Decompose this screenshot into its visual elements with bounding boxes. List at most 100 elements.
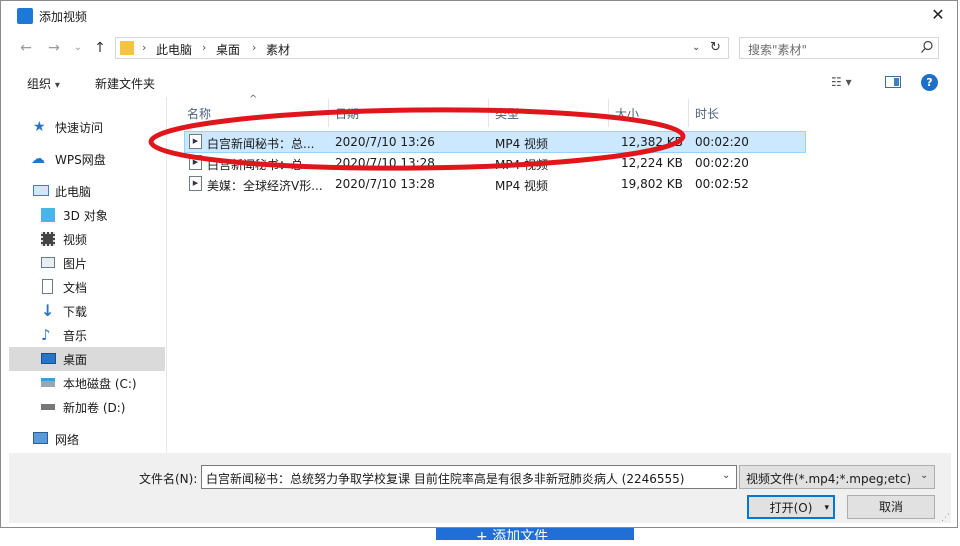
breadcrumb-desktop[interactable]: 桌面 [216,41,240,58]
address-bar[interactable]: › 此电脑 › 桌面 › 素材 ⌄ ↻ [115,37,729,59]
nav-label: 桌面 [63,353,88,367]
column-header-name[interactable]: 名称 [187,105,211,122]
nav-item-drive-d[interactable]: 新加卷 (D:) [9,395,165,419]
nav-item-music[interactable]: ♪ 音乐 [9,323,165,347]
music-icon: ♪ [41,326,51,344]
file-size: 12,382 KB [621,135,683,149]
cancel-button[interactable]: 取消 [847,495,935,519]
desktop-icon [41,353,56,364]
file-type: MP4 视频 [495,137,549,151]
video-file-icon: ▶ [189,155,202,170]
picture-folder-icon [41,257,55,268]
cube-icon [41,208,55,222]
file-name: 美媒：全球经济V形... [207,179,323,193]
filename-field[interactable]: 白宫新闻秘书：总统努力争取学校复课 目前住院率高是有很多非新冠肺炎病人 (224… [201,465,737,489]
drive-icon [41,378,55,387]
view-options-icon[interactable]: ☷ ▾ [831,75,852,89]
search-icon[interactable] [920,40,934,54]
file-size: 19,802 KB [621,177,683,191]
nav-item-documents[interactable]: 文档 [9,275,165,299]
nav-item-videos[interactable]: 视频 [9,227,165,251]
organize-button[interactable]: 组织 ▾ [27,75,60,92]
refresh-icon[interactable]: ↻ [710,40,721,55]
file-type: MP4 视频 [495,179,549,193]
app-icon [17,8,33,24]
nav-label: 快速访问 [55,121,104,135]
nav-item-desktop[interactable]: 桌面 [9,347,165,371]
column-header-size[interactable]: 大小 [615,105,639,122]
back-icon[interactable]: ← [17,39,35,57]
file-duration: 00:02:20 [695,135,749,149]
file-name: 白宫新闻秘书：总... [207,158,315,172]
file-date: 2020/7/10 13:28 [335,177,435,191]
nav-label: 网络 [55,433,80,447]
nav-label: 文档 [63,281,88,295]
nav-item-this-pc[interactable]: 此电脑 [9,179,165,203]
open-label: 打开(O) [769,501,813,515]
forward-icon[interactable]: → [45,39,63,57]
download-icon: ↓ [41,301,55,320]
file-duration: 00:02:20 [695,156,749,170]
file-row[interactable]: ▶ 白宫新闻秘书：总... 2020/7/10 13:26 MP4 视频 12,… [184,131,806,153]
file-row[interactable]: ▶ 美媒：全球经济V形... 2020/7/10 13:28 MP4 视频 19… [185,174,805,194]
column-header-duration[interactable]: 时长 [695,105,719,122]
nav-item-network[interactable]: 网络 [9,427,165,451]
help-icon[interactable]: ? [921,74,938,91]
column-divider[interactable] [608,99,609,127]
resize-grip-icon[interactable]: ⋰ [941,513,950,523]
window-title: 添加视频 [39,10,88,24]
chevron-right-icon: › [202,41,207,54]
filename-input[interactable]: 白宫新闻秘书：总统努力争取学校复课 目前住院率高是有很多非新冠肺炎病人 (224… [206,470,716,487]
file-row[interactable]: ▶ 白宫新闻秘书：总... 2020/7/10 13:28 MP4 视频 12,… [185,153,805,173]
close-icon[interactable]: ✕ [929,6,947,24]
column-divider[interactable] [328,99,329,127]
breadcrumb-folder[interactable]: 素材 [266,41,290,58]
chevron-down-icon[interactable]: ⌄ [722,470,730,481]
file-dialog: 添加视频 ✕ ← → ⌄ ↑ › 此电脑 › 桌面 › 素材 ⌄ ↻ 搜索"素材… [0,0,958,528]
nav-label: WPS网盘 [55,153,106,167]
nav-label: 音乐 [63,329,88,343]
nav-label: 此电脑 [55,185,92,199]
filetype-select[interactable]: 视频文件(*.mp4;*.mpeg;etc) ⌄ [739,465,935,489]
navigation-pane: ★ 快速访问 ☁ WPS网盘 此电脑 3D 对象 视频 图片 文档 ↓ 下载 ♪… [9,97,165,453]
search-input[interactable]: 搜索"素材" [748,41,807,58]
network-icon [33,432,48,444]
document-folder-icon [42,279,53,294]
filename-label: 文件名(N): [139,472,198,486]
file-date: 2020/7/10 13:26 [335,135,435,149]
nav-item-drive-c[interactable]: 本地磁盘 (C:) [9,371,165,395]
column-divider[interactable] [488,99,489,127]
video-file-icon: ▶ [189,134,202,149]
up-icon[interactable]: ↑ [91,39,109,57]
nav-item-pictures[interactable]: 图片 [9,251,165,275]
add-file-label: + 添加文件 [476,529,549,545]
column-divider[interactable] [688,99,689,127]
open-button[interactable]: 打开(O) ▾ [747,495,835,519]
nav-item-3d-objects[interactable]: 3D 对象 [9,203,165,227]
recent-dropdown-icon[interactable]: ⌄ [69,39,87,57]
caret-down-icon: ▾ [54,80,60,91]
nav-item-downloads[interactable]: ↓ 下载 [9,299,165,323]
computer-icon [33,185,49,196]
nav-label: 视频 [63,233,88,247]
cloud-icon: ☁ [31,151,45,167]
file-size: 12,224 KB [621,156,683,170]
column-header-type[interactable]: 类型 [495,105,519,122]
star-icon: ★ [33,119,46,135]
breadcrumb-this-pc[interactable]: 此电脑 [156,41,192,58]
nav-item-wps-drive[interactable]: ☁ WPS网盘 [9,147,165,171]
file-type: MP4 视频 [495,158,549,172]
video-folder-icon [41,232,55,246]
file-date: 2020/7/10 13:28 [335,156,435,170]
video-file-icon: ▶ [189,176,202,191]
nav-item-quick-access[interactable]: ★ 快速访问 [9,115,165,139]
chevron-down-icon[interactable]: ⌄ [692,42,700,53]
new-folder-button[interactable]: 新建文件夹 [95,75,155,92]
column-header-date[interactable]: 日期 [335,105,359,122]
preview-pane-icon[interactable] [885,76,901,88]
search-box[interactable]: 搜索"素材" [739,37,939,59]
caret-down-icon[interactable]: ▾ [824,497,829,519]
organize-label: 组织 [27,77,52,91]
filetype-value: 视频文件(*.mp4;*.mpeg;etc) [746,472,912,486]
file-name: 白宫新闻秘书：总... [207,137,315,151]
